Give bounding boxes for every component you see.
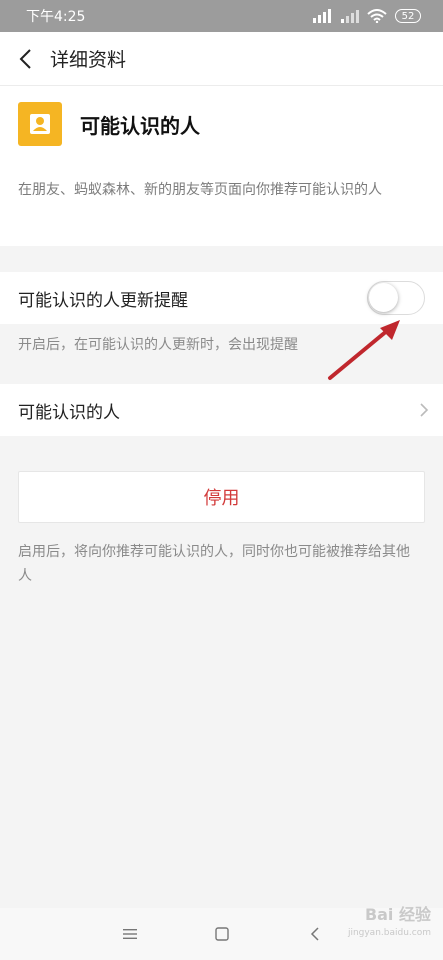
- watermark-url: jingyan.baidu.com: [347, 928, 431, 938]
- menu-icon: [123, 929, 137, 939]
- chevron-right-icon: [420, 403, 429, 417]
- status-time: 下午4:25: [26, 9, 86, 25]
- profile-description: 在朋友、蚂蚁森林、新的朋友等页面向你推荐可能认识的人: [18, 182, 382, 198]
- status-icons: 52: [311, 9, 421, 23]
- watermark-brand: Bai 经验: [364, 905, 431, 924]
- update-reminder-label: 可能认识的人更新提醒: [18, 290, 188, 311]
- disable-hint: 启用后，将向你推荐可能认识的人，同时你也可能被推荐给其他人: [18, 544, 410, 584]
- profile-name: 可能认识的人: [80, 114, 200, 138]
- signal-icon: [341, 10, 359, 23]
- update-reminder-toggle[interactable]: [367, 281, 425, 315]
- signal-hd-icon: [313, 9, 331, 23]
- profile-card: 可能认识的人 在朋友、蚂蚁森林、新的朋友等页面向你推荐可能认识的人: [0, 86, 443, 246]
- people-you-may-know-row[interactable]: 可能认识的人: [0, 384, 443, 436]
- back-button[interactable]: [0, 32, 50, 86]
- back-triangle-icon: [310, 927, 319, 941]
- nav-bar: 详细资料: [0, 32, 443, 86]
- chevron-left-icon: [19, 48, 31, 69]
- page-title: 详细资料: [50, 49, 127, 71]
- toggle-knob: [369, 283, 398, 312]
- update-reminder-hint: 开启后，在可能认识的人更新时，会出现提醒: [18, 337, 298, 353]
- disable-button[interactable]: 停用: [18, 471, 425, 523]
- home-button[interactable]: [207, 920, 237, 948]
- status-bar: 下午4:25 52: [0, 0, 443, 32]
- contact-card-icon: [30, 114, 50, 134]
- baidu-watermark: Bai 经验 jingyan.baidu.com: [348, 906, 431, 942]
- system-back-button[interactable]: [300, 920, 330, 948]
- home-square-icon: [215, 927, 229, 941]
- contacts-app-icon: [18, 102, 62, 146]
- menu-button[interactable]: [115, 920, 145, 948]
- people-you-may-know-label: 可能认识的人: [18, 402, 120, 423]
- battery-icon: 52: [395, 9, 421, 23]
- update-reminder-row: 可能认识的人更新提醒: [0, 272, 443, 324]
- wifi-icon: [367, 9, 387, 23]
